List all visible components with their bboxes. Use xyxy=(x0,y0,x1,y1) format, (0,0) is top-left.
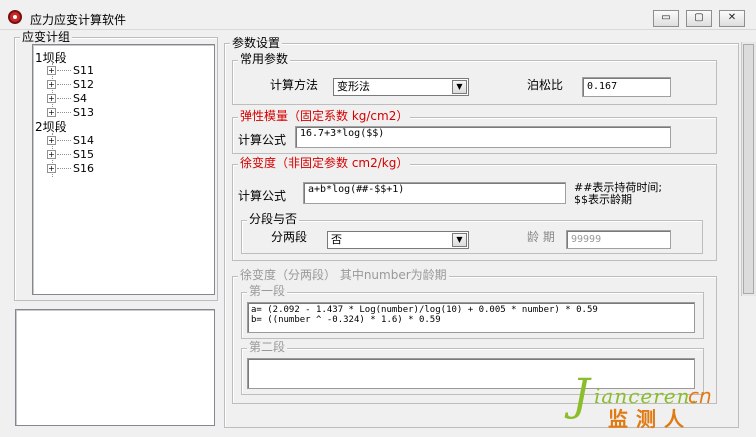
maximize-button[interactable]: ▢ xyxy=(686,10,712,27)
age-input[interactable]: 99999 xyxy=(566,230,671,249)
elastic-formula-label: 计算公式 xyxy=(238,133,287,147)
creep-formula-label: 计算公式 xyxy=(238,189,287,203)
watermark-tld: cn xyxy=(688,384,712,408)
watermark-logo: J ianceren. cn 监测人 xyxy=(572,374,722,434)
expand-icon[interactable]: + xyxy=(47,164,56,173)
creep-formula-input[interactable]: a+b*log(##-$$+1) xyxy=(303,182,566,204)
gauge-group-title: 应变计组 xyxy=(20,30,73,44)
poisson-input[interactable]: 0.167 xyxy=(582,77,671,97)
app-icon xyxy=(8,10,22,24)
tree-item-label: S15 xyxy=(73,148,94,161)
expand-icon[interactable]: + xyxy=(47,80,56,89)
creep-note-line2: $$表示龄期 xyxy=(574,193,632,206)
scrollbar-thumb[interactable] xyxy=(743,44,754,294)
creep-note: ##表示持荷时间; $$表示龄期 xyxy=(574,182,662,206)
method-select[interactable]: 变形法 ▼ xyxy=(333,78,469,96)
window-title: 应力应变计算软件 xyxy=(30,13,127,27)
segment-label: 分两段 xyxy=(271,230,308,244)
title-bar: 应力应变计算软件 ▭ ▢ ✕ xyxy=(0,0,756,30)
segment-title: 分段与否 xyxy=(247,212,300,226)
gauge-tree[interactable]: 1坝段 + S11 + S12 + S4 + S13 2坝段 + S14 + S… xyxy=(32,44,215,295)
expand-icon[interactable]: + xyxy=(47,150,56,159)
tree-node-dam-section-1[interactable]: 1坝段 xyxy=(35,51,67,65)
minimize-button[interactable]: ▭ xyxy=(653,10,679,27)
creep-title: 徐变度（非固定参数 cm2/kg） xyxy=(238,156,411,170)
expand-icon[interactable]: + xyxy=(47,108,56,117)
segment-one-formula[interactable]: a= (2.092 - 1.437 * Log(number)/log(10) … xyxy=(247,302,695,333)
info-panel xyxy=(15,309,215,426)
tree-item-label: S14 xyxy=(73,134,94,147)
params-group-title: 参数设置 xyxy=(230,36,283,50)
watermark-j: J xyxy=(572,370,590,421)
expand-icon[interactable]: + xyxy=(47,66,56,75)
tree-item-label: S12 xyxy=(73,78,94,91)
chevron-down-icon[interactable]: ▼ xyxy=(452,233,467,247)
method-label: 计算方法 xyxy=(270,78,319,92)
close-button[interactable]: ✕ xyxy=(719,10,745,27)
tree-item-label: S13 xyxy=(73,106,94,119)
segment-two-title: 第二段 xyxy=(247,340,288,354)
chevron-down-icon[interactable]: ▼ xyxy=(452,80,467,94)
creep-two-segment-title: 徐变度（分两段） 其中number为龄期 xyxy=(238,268,449,282)
segment-select[interactable]: 否 ▼ xyxy=(327,231,469,249)
expand-icon[interactable]: + xyxy=(47,94,56,103)
tree-item-label: S11 xyxy=(73,64,94,77)
watermark-chinese: 监测人 xyxy=(608,407,692,431)
method-select-value: 变形法 xyxy=(337,80,370,93)
common-params-title: 常用参数 xyxy=(238,52,291,66)
watermark-domain: ianceren. xyxy=(594,384,698,408)
segment-one-title: 第一段 xyxy=(247,284,288,298)
segment-select-value: 否 xyxy=(331,233,342,246)
tree-item-label: S4 xyxy=(73,92,87,105)
tree-node-dam-section-2[interactable]: 2坝段 xyxy=(35,120,67,134)
elastic-modulus-title: 弹性模量（固定系数 kg/cm2） xyxy=(238,109,411,123)
age-label: 龄 期 xyxy=(527,230,555,244)
tree-item-label: S16 xyxy=(73,162,94,175)
elastic-formula-input[interactable]: 16.7+3*log($$) xyxy=(295,126,671,148)
expand-icon[interactable]: + xyxy=(47,136,56,145)
poisson-label: 泊松比 xyxy=(527,78,564,92)
